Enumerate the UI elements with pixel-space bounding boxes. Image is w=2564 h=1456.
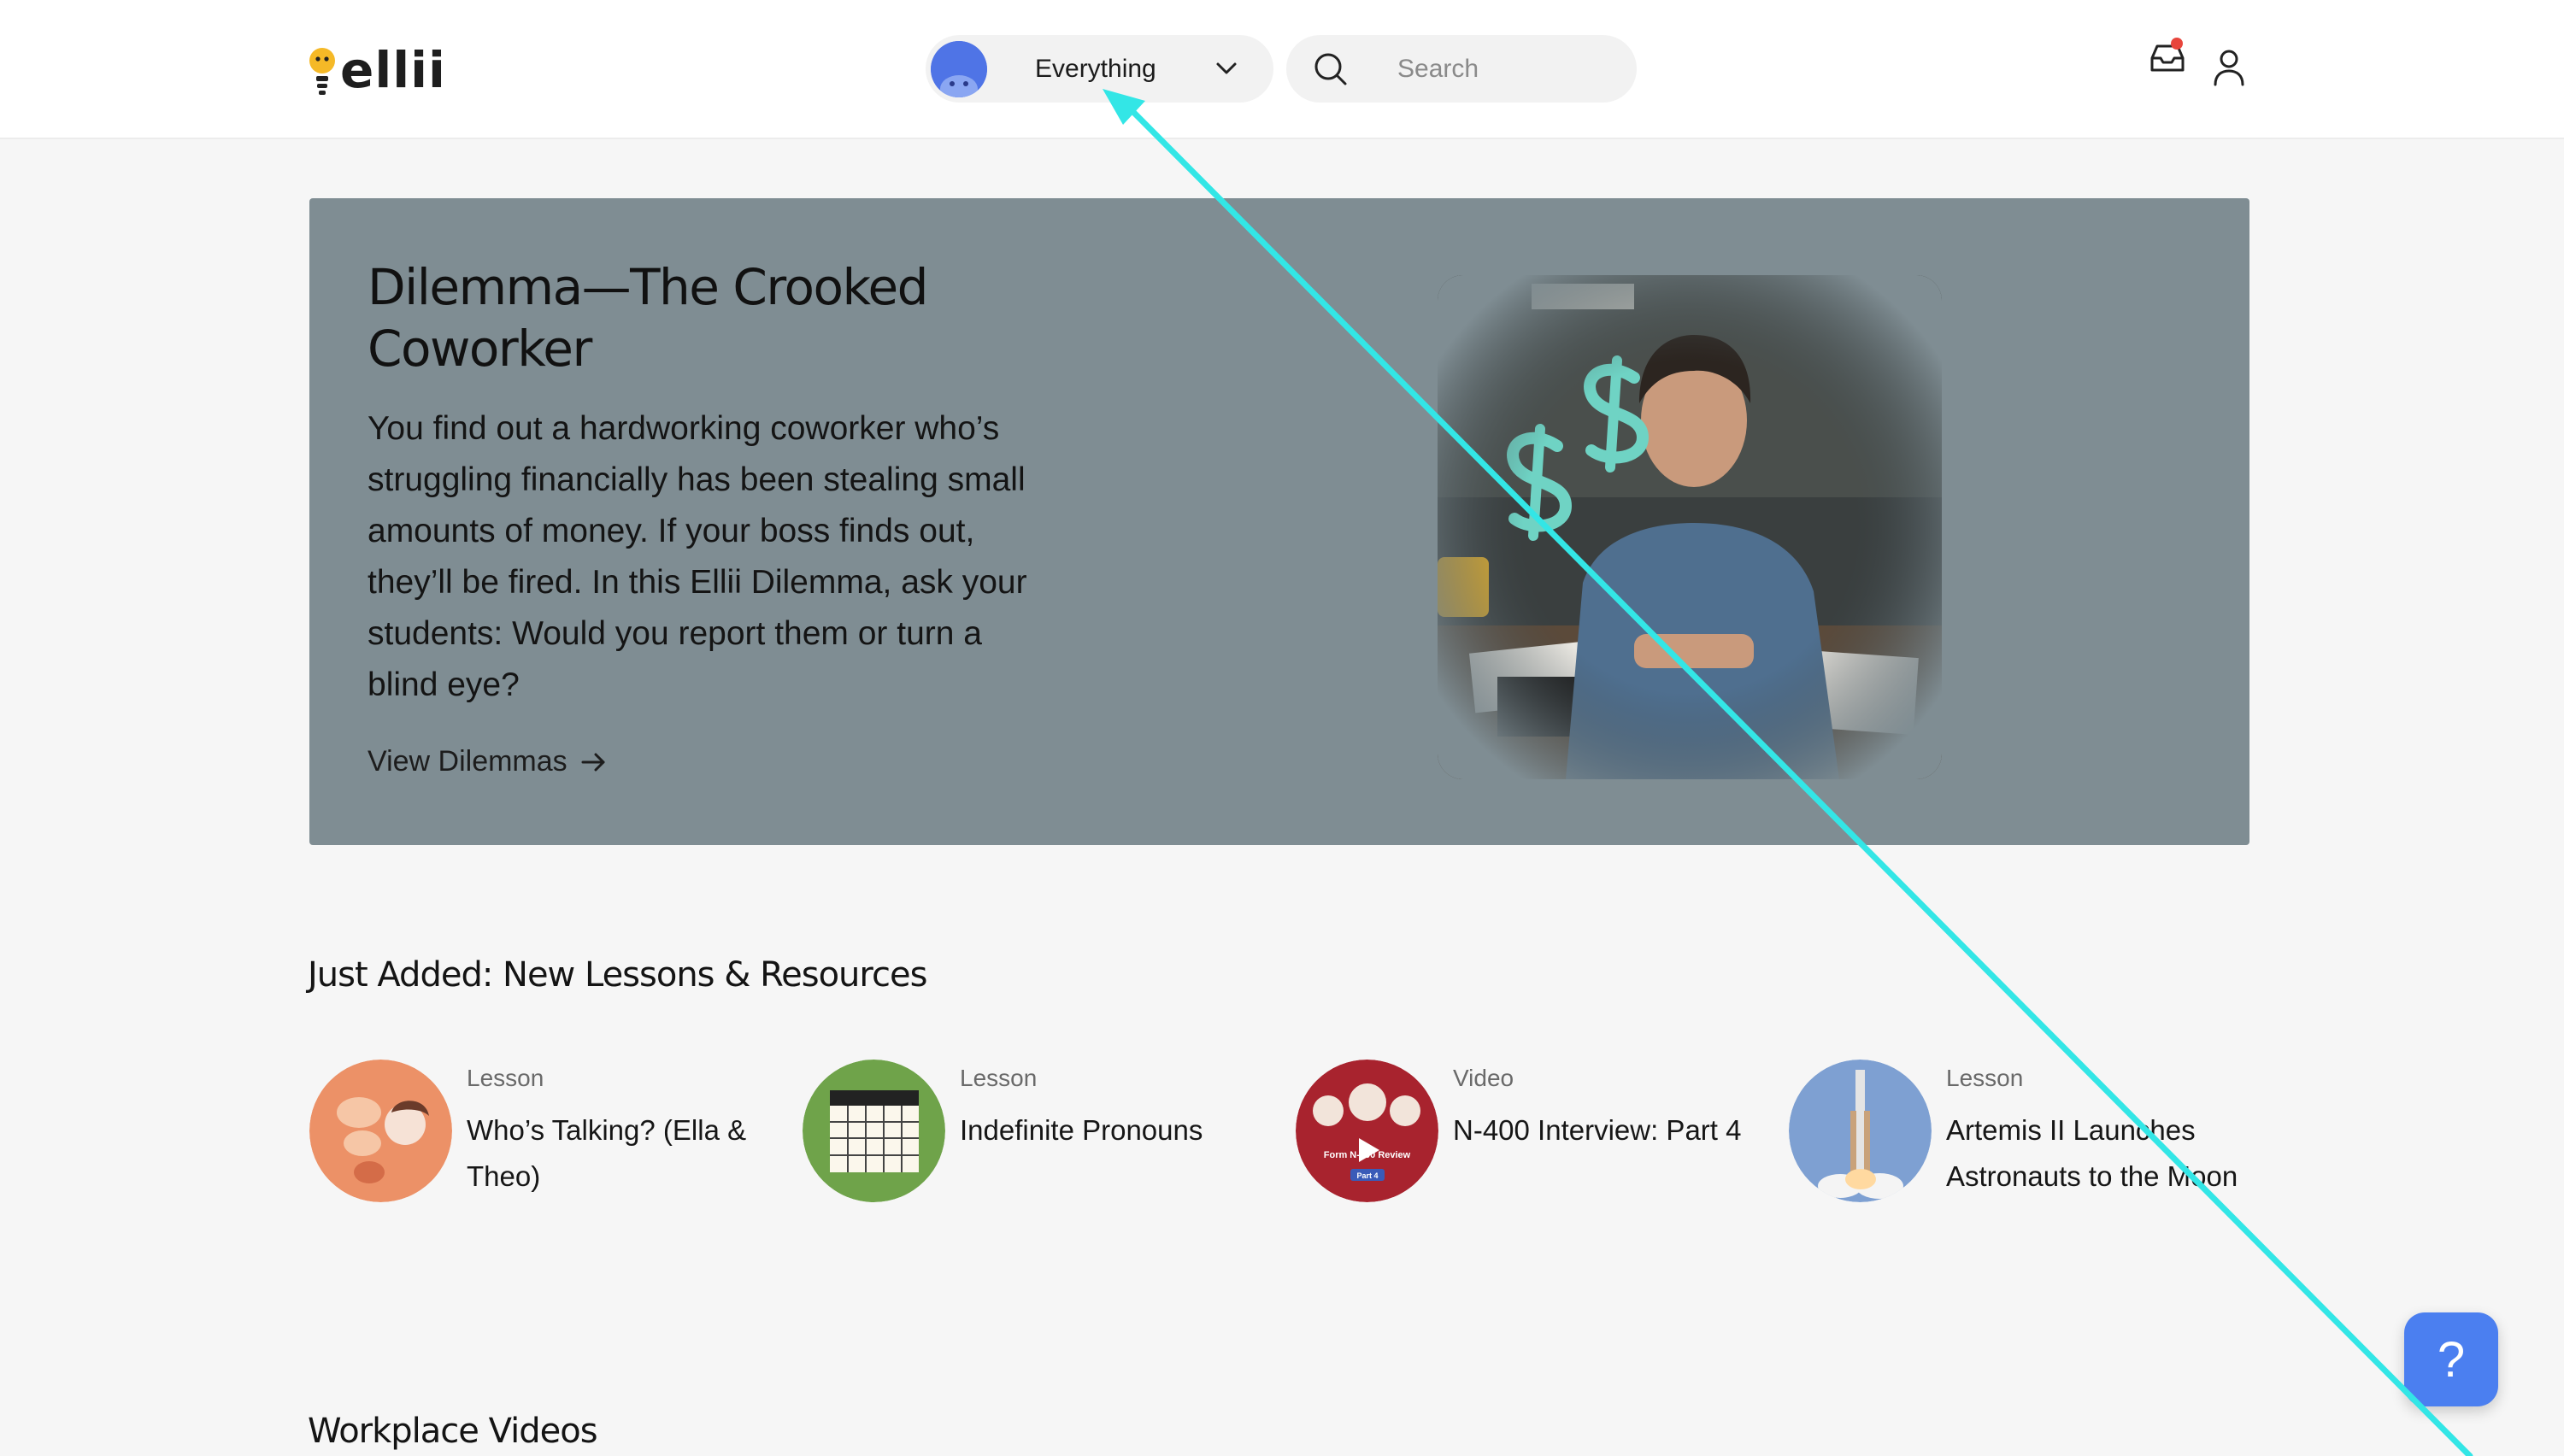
ellii-logo[interactable]: ellii xyxy=(308,39,446,101)
search-icon xyxy=(1314,53,1347,85)
arrow-right-icon xyxy=(581,753,605,771)
user-account-icon[interactable] xyxy=(2212,48,2246,87)
scope-selected-value: Everything xyxy=(1035,54,1156,83)
top-navigation-bar: ellii Everything xyxy=(0,0,2564,139)
just-added-list: Lesson Who’s Talking? (Ella & Theo) Less… xyxy=(309,1060,2251,1256)
speech-bubbles-thumbnail xyxy=(309,1060,452,1202)
resource-type: Lesson xyxy=(1946,1065,2024,1091)
video-thumbnail-badge: Part 4 xyxy=(1356,1171,1378,1180)
resource-type: Lesson xyxy=(960,1065,1038,1091)
view-dilemmas-link[interactable]: View Dilemmas xyxy=(368,745,609,778)
hero-title: Dilemma—The Crooked Coworker xyxy=(368,258,928,378)
video-thumbnail: Form N-400 Review Part 4 xyxy=(1296,1060,1438,1202)
resource-card[interactable]: Form N-400 Review Part 4 Video N-400 Int… xyxy=(1296,1060,1774,1256)
notification-dot xyxy=(2171,38,2183,50)
just-added-heading: Just Added: New Lessons & Resources xyxy=(308,955,927,995)
resource-card[interactable]: Lesson Who’s Talking? (Ella & Theo) xyxy=(309,1060,788,1256)
help-button[interactable]: ? xyxy=(2404,1312,2498,1406)
resource-card[interactable]: Lesson Indefinite Pronouns xyxy=(803,1060,1281,1256)
resource-title: Indefinite Pronouns xyxy=(960,1114,1203,1146)
hero-illustration xyxy=(1438,275,1942,779)
logo-text: ellii xyxy=(340,41,446,99)
resource-title: N-400 Interview: Part 4 xyxy=(1453,1114,1742,1146)
view-dilemmas-label: View Dilemmas xyxy=(368,745,567,778)
hero-description: You find out a hardworking coworker who’… xyxy=(368,410,1027,703)
resource-title: Artemis II Launches Astronauts to the Mo… xyxy=(1946,1114,2238,1192)
search-input[interactable] xyxy=(1397,54,1594,84)
calendar-grid-thumbnail xyxy=(803,1060,945,1202)
resource-type: Video xyxy=(1453,1065,1514,1091)
content-scope-dropdown[interactable]: Everything xyxy=(926,35,1273,103)
inbox-icon[interactable] xyxy=(2145,36,2190,80)
rocket-launch-thumbnail xyxy=(1789,1060,1932,1202)
workplace-videos-heading: Workplace Videos xyxy=(308,1412,598,1451)
video-thumbnail-caption: Form N-400 Review xyxy=(1324,1150,1411,1160)
lightbulb-icon xyxy=(309,48,335,95)
resource-type: Lesson xyxy=(467,1065,544,1091)
scope-avatar-icon xyxy=(931,40,987,97)
resource-title: Who’s Talking? (Ella & Theo) xyxy=(467,1114,747,1192)
featured-dilemma-banner: Dilemma—The Crooked Coworker You find ou… xyxy=(309,198,2249,845)
chevron-down-icon xyxy=(1216,62,1237,74)
resource-card[interactable]: Lesson Artemis II Launches Astronauts to… xyxy=(1789,1060,2267,1256)
search-bar[interactable] xyxy=(1286,35,1637,103)
